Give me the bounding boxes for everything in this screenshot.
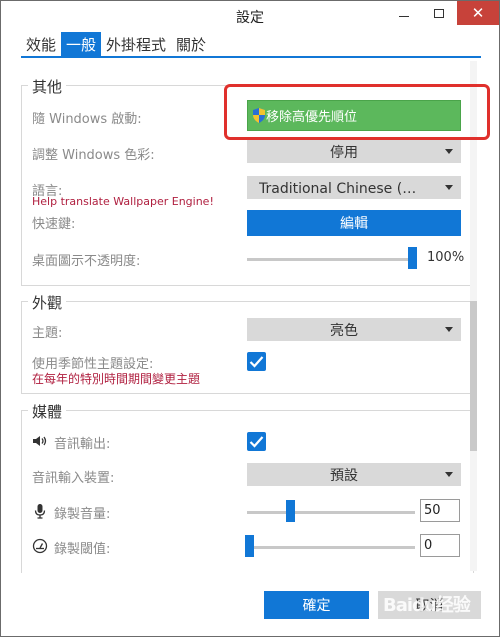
record-volume-slider-thumb[interactable] xyxy=(285,500,295,522)
record-threshold-slider-thumb[interactable] xyxy=(245,535,254,557)
color-dropdown[interactable]: 停用 xyxy=(247,140,461,163)
title-bar: 設定 ✕ xyxy=(1,1,499,31)
theme-label: 主題: xyxy=(32,326,63,341)
record-volume-input[interactable]: 50 xyxy=(420,499,460,522)
speaker-icon xyxy=(33,436,47,446)
audio-output-label: 音訊輸出: xyxy=(54,437,111,452)
opacity-value: 100% xyxy=(427,250,465,265)
scrollbar-thumb[interactable] xyxy=(470,301,477,451)
minimize-button[interactable] xyxy=(387,1,421,25)
hotkey-edit-button[interactable]: 編輯 xyxy=(247,210,461,236)
audio-input-dropdown[interactable]: 預設 xyxy=(247,463,461,486)
group-appearance: 外觀 主題: 亮色 使用季節性主題設定: 在每年的特別時間期間變更主題 xyxy=(21,292,474,394)
audio-output-checkbox[interactable] xyxy=(247,432,266,451)
group-other-title: 其他 xyxy=(28,76,67,97)
maximize-button[interactable] xyxy=(422,1,456,25)
tab-general[interactable]: 一般 xyxy=(61,32,102,56)
annotation-highlight-box xyxy=(224,84,490,140)
ok-button[interactable]: 確定 xyxy=(264,591,369,619)
group-media-title: 媒體 xyxy=(28,401,67,422)
close-button[interactable]: ✕ xyxy=(457,1,499,25)
opacity-label: 桌面圖示不透明度: xyxy=(32,254,141,269)
cancel-button[interactable]: 取消 xyxy=(378,591,481,619)
seasonal-note: 在每年的特別時間期間變更主題 xyxy=(32,372,201,386)
seasonal-checkbox[interactable] xyxy=(247,352,266,371)
settings-window: 設定 ✕ 效能 一般 外掛程式 關於 其他 隨 Windows 啟動: 移除高優… xyxy=(0,0,500,637)
language-dropdown-value: Traditional Chinese (繁… xyxy=(259,180,431,197)
tab-about[interactable]: 關於 xyxy=(171,32,211,56)
microphone-icon xyxy=(34,504,46,519)
startup-label: 隨 Windows 啟動: xyxy=(32,112,142,127)
audio-input-label: 音訊輸入裝置: xyxy=(32,471,115,486)
tab-plugins[interactable]: 外掛程式 xyxy=(101,32,171,56)
checkmark-icon xyxy=(249,356,264,368)
tab-bar: 效能 一般 外掛程式 關於 xyxy=(21,32,211,56)
gauge-icon xyxy=(32,538,48,554)
group-media: 媒體 音訊輸出: 音訊輸入裝置: 預設 錄製音量: 50 錄製閾值: 0 xyxy=(21,401,474,573)
record-threshold-label: 錄製閾值: xyxy=(54,542,111,557)
chevron-down-icon xyxy=(445,472,453,477)
minimize-icon xyxy=(399,15,409,17)
maximize-icon xyxy=(434,8,444,18)
chevron-down-icon xyxy=(445,149,453,154)
opacity-slider-thumb[interactable] xyxy=(408,247,417,269)
record-volume-slider-track[interactable] xyxy=(247,511,415,514)
close-icon: ✕ xyxy=(471,4,485,22)
opacity-slider-track[interactable] xyxy=(247,258,415,261)
chevron-down-icon xyxy=(445,185,453,190)
color-dropdown-value: 停用 xyxy=(330,144,358,161)
color-label: 調整 Windows 色彩: xyxy=(32,148,155,163)
theme-dropdown-value: 亮色 xyxy=(330,322,358,339)
hotkey-label: 快速鍵: xyxy=(32,217,76,232)
record-volume-label: 錄製音量: xyxy=(54,507,111,522)
tab-performance[interactable]: 效能 xyxy=(21,32,61,56)
record-threshold-input[interactable]: 0 xyxy=(420,534,460,557)
language-dropdown[interactable]: Traditional Chinese (繁… xyxy=(247,176,461,199)
translate-link[interactable]: Help translate Wallpaper Engine! xyxy=(32,195,214,208)
group-appearance-title: 外觀 xyxy=(28,292,67,313)
audio-input-dropdown-value: 預設 xyxy=(330,467,358,484)
theme-dropdown[interactable]: 亮色 xyxy=(247,318,461,341)
checkmark-icon xyxy=(249,436,264,448)
chevron-down-icon xyxy=(445,327,453,332)
record-threshold-slider-track[interactable] xyxy=(247,546,415,549)
